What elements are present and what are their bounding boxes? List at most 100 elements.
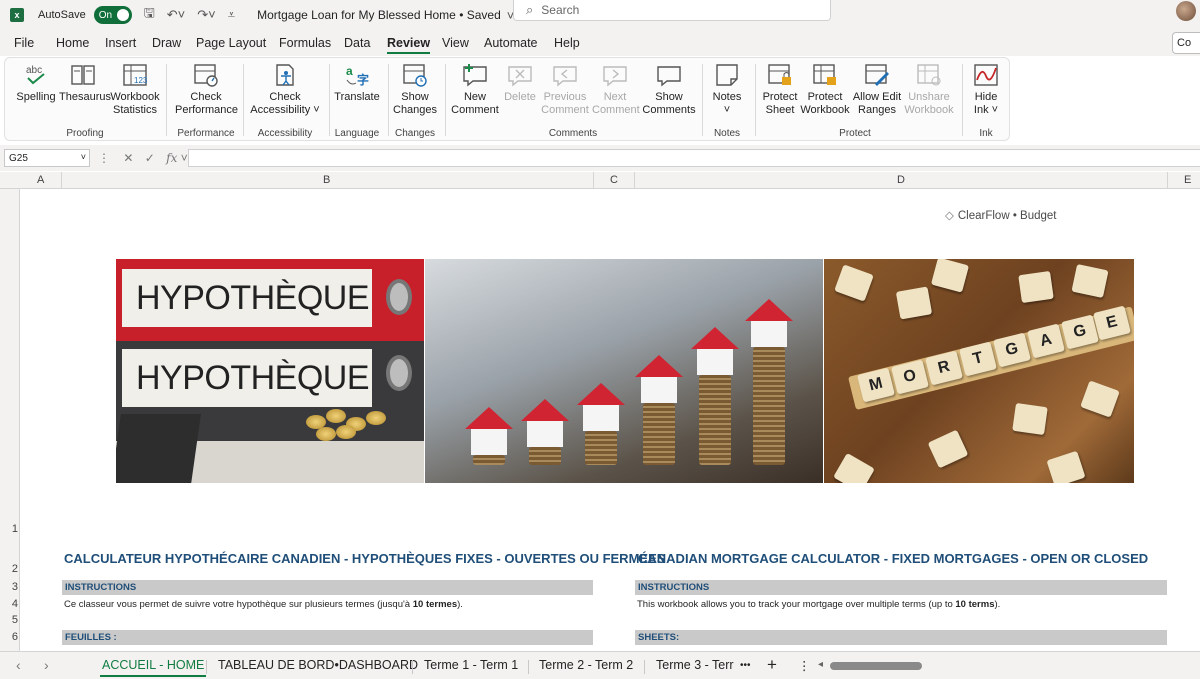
name-box[interactable]: G25 ˅ <box>4 149 90 167</box>
scroll-left-icon[interactable]: ◂ <box>818 659 823 670</box>
sheet-tab-bar: ‹ › ACCUEIL - HOME TABLEAU DE BORD•DASHB… <box>0 651 1200 679</box>
note-icon <box>716 64 738 86</box>
binders-image[interactable]: HYPOTHÈQUE HYPOTHÈQUE <box>116 259 424 483</box>
search-input[interactable]: ⌕ Search <box>513 0 831 21</box>
group-separator <box>243 64 244 136</box>
delete-comment-icon <box>508 66 532 87</box>
tab-page-layout[interactable]: Page Layout <box>196 36 266 50</box>
allow-edit-ranges-button[interactable]: Allow Edit Ranges <box>850 62 904 117</box>
group-separator <box>329 64 330 136</box>
group-label-ink: Ink <box>979 128 993 139</box>
sheet-tab-term-1[interactable]: Terme 1 - Term 1 <box>424 658 518 672</box>
chevron-down-icon[interactable]: ˅ <box>81 152 86 162</box>
tab-insert[interactable]: Insert <box>105 36 136 50</box>
binder-ring <box>386 355 412 391</box>
formula-input[interactable] <box>188 149 1200 167</box>
next-sheet-icon[interactable]: › <box>44 657 49 673</box>
check-accessibility-button[interactable]: Check Accessibility ˅ <box>249 62 321 117</box>
tab-home[interactable]: Home <box>56 36 89 50</box>
translate-button[interactable]: a字 Translate <box>333 62 381 104</box>
tab-automate[interactable]: Automate <box>484 36 538 50</box>
workbook-statistics-label-1: Workbook <box>110 91 160 103</box>
group-label-comments: Comments <box>548 128 598 139</box>
tab-draw[interactable]: Draw <box>152 36 181 50</box>
save-icon[interactable]: 🖫 <box>144 4 155 26</box>
sheet-tab-term-3[interactable]: Terme 3 - Terr <box>656 658 734 672</box>
sheet-tab-accueil-home[interactable]: ACCUEIL - HOME <box>99 658 207 677</box>
workbook-statistics-button[interactable]: 123 Workbook Statistics <box>109 62 161 117</box>
hide-ink-button[interactable]: Hide Ink ˅ <box>967 62 1005 117</box>
insert-function-icon[interactable]: fx <box>166 151 177 165</box>
add-sheet-button[interactable]: + <box>767 655 777 675</box>
horizontal-scrollbar[interactable]: ◂ <box>818 659 1198 671</box>
undo-icon[interactable]: ↶˅ <box>167 7 185 23</box>
row-header-5[interactable]: 5 <box>0 614 18 626</box>
row-header-1[interactable]: 1 <box>0 523 18 535</box>
column-divider[interactable] <box>1167 172 1168 189</box>
column-divider[interactable] <box>61 172 62 189</box>
check-icon[interactable]: ✓ <box>145 151 155 165</box>
instructions-text-fr-bold: 10 termes <box>412 599 458 610</box>
scrollbar-thumb[interactable] <box>830 662 922 670</box>
binder-label: HYPOTHÈQUE <box>122 269 372 327</box>
customize-toolbar-icon[interactable]: ⩡ <box>228 7 235 23</box>
row-header-2[interactable]: 2 <box>0 563 18 575</box>
document-title[interactable]: Mortgage Loan for My Blessed Home • Save… <box>257 8 501 22</box>
scattered-tile <box>930 259 970 293</box>
delete-comment-button[interactable]: Delete <box>501 62 539 104</box>
previous-sheet-icon[interactable]: ‹ <box>16 657 21 673</box>
houses-growth-image[interactable] <box>425 259 823 483</box>
tab-review[interactable]: Review <box>387 36 431 54</box>
scattered-tile <box>1080 380 1120 418</box>
spelling-button[interactable]: abc Spelling <box>14 62 58 104</box>
tab-view[interactable]: View <box>442 36 469 50</box>
allow-edit-ranges-label-2: Ranges <box>858 104 896 116</box>
column-divider[interactable] <box>593 172 594 189</box>
more-sheets-icon[interactable]: ••• <box>740 660 751 671</box>
previous-comment-button[interactable]: Previous Comment <box>541 62 589 117</box>
column-header-d[interactable]: D <box>897 174 905 186</box>
instructions-text-en-post: ). <box>994 599 1001 610</box>
row-header-3[interactable]: 3 <box>0 581 18 593</box>
protect-workbook-button[interactable]: Protect Workbook <box>800 62 850 117</box>
column-header-a[interactable]: A <box>37 174 44 186</box>
avatar[interactable] <box>1176 1 1196 21</box>
show-comments-label-1: Show <box>655 91 683 103</box>
thesaurus-button[interactable]: Thesaurus <box>59 62 111 104</box>
allow-edit-ranges-label-1: Allow Edit <box>852 91 902 103</box>
protect-sheet-button[interactable]: Protect Sheet <box>759 62 801 117</box>
notes-button[interactable]: Notes ˅ <box>706 62 748 117</box>
show-comments-button[interactable]: Show Comments <box>642 62 696 117</box>
share-button[interactable]: Co <box>1172 32 1200 54</box>
column-header-b[interactable]: B <box>323 174 330 186</box>
show-changes-button[interactable]: Show Changes <box>393 62 437 117</box>
group-label-proofing: Proofing <box>66 128 104 139</box>
sheet-options-icon[interactable]: ⋮ <box>798 658 811 673</box>
column-header-c[interactable]: C <box>610 174 618 186</box>
check-performance-label-1: Check <box>190 91 222 103</box>
sheet-tab-term-2[interactable]: Terme 2 - Term 2 <box>539 658 633 672</box>
column-divider[interactable] <box>634 172 635 189</box>
chevron-down-icon[interactable]: ˅ <box>181 151 188 165</box>
next-comment-button[interactable]: Next Comment <box>592 62 640 117</box>
row-header-6[interactable]: 6 <box>0 631 18 643</box>
tab-formulas[interactable]: Formulas <box>279 36 331 50</box>
redo-icon[interactable]: ↷˅ <box>197 7 215 23</box>
search-icon: ⌕ <box>526 2 534 17</box>
tab-data[interactable]: Data <box>344 36 370 50</box>
tab-file[interactable]: File <box>14 36 34 50</box>
unshare-workbook-button[interactable]: Unshare Workbook <box>903 62 955 117</box>
new-comment-button[interactable]: New Comment <box>451 62 499 117</box>
translate-label: Translate <box>334 91 380 103</box>
menu-bar: File Home Insert Draw Page Layout Formul… <box>0 30 1200 56</box>
previous-comment-label-2: Comment <box>541 104 589 116</box>
mortgage-tiles-image[interactable]: M O R T G A G E <box>824 259 1134 483</box>
row-header-4[interactable]: 4 <box>0 598 18 610</box>
column-header-e[interactable]: E <box>1184 174 1191 186</box>
check-accessibility-label-2: Accessibility ˅ <box>250 104 320 116</box>
sheet-tab-dashboard[interactable]: TABLEAU DE BORD•DASHBOARD <box>218 658 418 672</box>
tab-help[interactable]: Help <box>554 36 580 50</box>
cancel-icon[interactable]: ✕ <box>123 151 133 165</box>
check-performance-button[interactable]: Check Performance <box>175 62 238 117</box>
autosave-toggle[interactable]: On <box>93 6 132 24</box>
